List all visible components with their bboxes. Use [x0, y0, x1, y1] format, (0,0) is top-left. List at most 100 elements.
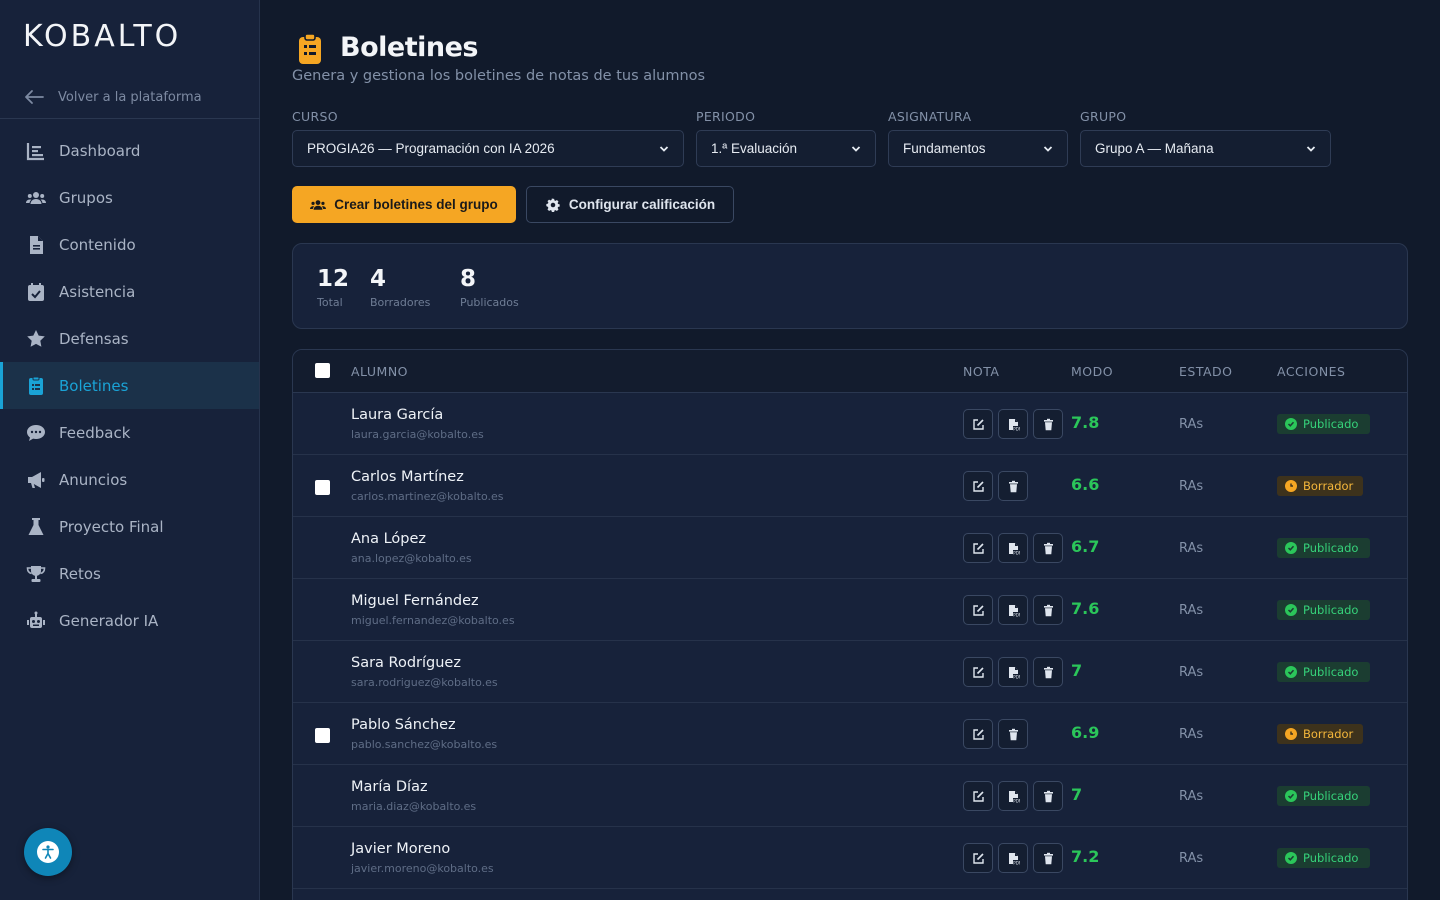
pdf-button[interactable]: PDF: [998, 657, 1028, 687]
status-badge: Publicado: [1277, 786, 1370, 806]
sidebar-divider: [0, 118, 260, 119]
edit-button[interactable]: [963, 533, 993, 563]
trash-icon: [1043, 418, 1053, 430]
column-header-alumno[interactable]: ALUMNO: [351, 364, 408, 379]
delete-button[interactable]: [1033, 657, 1063, 687]
mode-value: RAs: [1179, 727, 1204, 742]
student-name: Carlos Martínez: [351, 469, 464, 485]
clock-icon: [1285, 480, 1297, 492]
sidebar-item-contenido[interactable]: Contenido: [0, 221, 259, 268]
pdf-file-icon: PDF: [1008, 418, 1020, 431]
main-content: Boletines Genera y gestiona los boletine…: [260, 0, 1440, 900]
student-email: pablo.sanchez@kobalto.es: [351, 738, 498, 751]
accessibility-button[interactable]: [24, 828, 72, 876]
page-title: Boletines: [340, 32, 478, 63]
student-name: Miguel Fernández: [351, 593, 479, 609]
asignatura-select[interactable]: Fundamentos: [888, 130, 1068, 167]
sidebar-item-proyecto-final[interactable]: Proyecto Final: [0, 503, 259, 550]
check-circle-icon: [1285, 604, 1297, 616]
delete-button[interactable]: [998, 719, 1028, 749]
column-header-nota[interactable]: NOTA: [963, 364, 999, 379]
sidebar-item-label: Boletines: [59, 376, 129, 395]
status-badge: Borrador: [1277, 724, 1363, 744]
stat-label: Borradores: [370, 296, 431, 309]
robot-icon: [27, 611, 45, 628]
trash-icon: [1043, 542, 1053, 554]
sidebar-item-grupos[interactable]: Grupos: [0, 174, 259, 221]
curso-select[interactable]: PROGIA26 — Programación con IA 2026: [292, 130, 684, 167]
grade-value: 7.2: [1071, 847, 1100, 866]
sidebar-item-asistencia[interactable]: Asistencia: [0, 268, 259, 315]
back-link-label: Volver a la plataforma: [58, 89, 202, 105]
column-header-estado[interactable]: ESTADO: [1179, 364, 1233, 379]
filter-curso: CURSO PROGIA26 — Programación con IA 202…: [292, 109, 684, 167]
grupo-select[interactable]: Grupo A — Mañana: [1080, 130, 1331, 167]
status-label: Publicado: [1303, 665, 1359, 679]
filter-asignatura: ASIGNATURA Fundamentos: [888, 109, 1068, 167]
select-value: Grupo A — Mañana: [1095, 141, 1214, 156]
edit-button[interactable]: [963, 409, 993, 439]
mode-value: RAs: [1179, 665, 1204, 680]
delete-button[interactable]: [1033, 843, 1063, 873]
pdf-button[interactable]: PDF: [998, 533, 1028, 563]
edit-icon: [972, 480, 984, 492]
svg-text:PDF: PDF: [1013, 426, 1020, 431]
sidebar-item-label: Proyecto Final: [59, 517, 164, 536]
clock-icon: [1285, 728, 1297, 740]
delete-button[interactable]: [998, 471, 1028, 501]
edit-button[interactable]: [963, 843, 993, 873]
row-checkbox[interactable]: [315, 480, 330, 495]
student-name: Javier Moreno: [351, 841, 451, 857]
create-reports-button[interactable]: Crear boletines del grupo: [292, 186, 516, 223]
check-circle-icon: [1285, 418, 1297, 430]
delete-button[interactable]: [1033, 533, 1063, 563]
app-logo[interactable]: KOBALTO: [23, 19, 181, 54]
edit-icon: [972, 728, 984, 740]
stat-total: 12 Total: [317, 266, 349, 309]
edit-button[interactable]: [963, 595, 993, 625]
student-email: javier.moreno@kobalto.es: [351, 862, 494, 875]
pdf-button[interactable]: PDF: [998, 843, 1028, 873]
row-checkbox[interactable]: [315, 728, 330, 743]
back-to-platform-link[interactable]: Volver a la plataforma: [24, 86, 202, 108]
configure-grading-button[interactable]: Configurar calificación: [526, 186, 734, 223]
sidebar-item-feedback[interactable]: Feedback: [0, 409, 259, 456]
student-name: Laura García: [351, 407, 444, 423]
flask-icon: [28, 517, 44, 535]
pdf-button[interactable]: PDF: [998, 781, 1028, 811]
sidebar-item-label: Dashboard: [59, 141, 141, 160]
edit-button[interactable]: [963, 471, 993, 501]
student-email: ana.lopez@kobalto.es: [351, 552, 472, 565]
sidebar-item-generador-ia[interactable]: Generador IA: [0, 597, 259, 644]
status-label: Publicado: [1303, 603, 1359, 617]
delete-button[interactable]: [1033, 781, 1063, 811]
sidebar-item-dashboard[interactable]: Dashboard: [0, 127, 259, 174]
grade-value: 7.8: [1071, 413, 1100, 432]
sidebar-item-retos[interactable]: Retos: [0, 550, 259, 597]
chart-icon: [26, 142, 44, 160]
delete-button[interactable]: [1033, 409, 1063, 439]
svg-text:PDF: PDF: [1013, 798, 1020, 803]
column-header-acciones[interactable]: ACCIONES: [1277, 364, 1346, 379]
select-all-checkbox[interactable]: [315, 363, 330, 378]
periodo-select[interactable]: 1.ª Evaluación: [696, 130, 876, 167]
sidebar-item-defensas[interactable]: Defensas: [0, 315, 259, 362]
sidebar-item-anuncios[interactable]: Anuncios: [0, 456, 259, 503]
grade-value: 7: [1071, 661, 1083, 680]
delete-button[interactable]: [1033, 595, 1063, 625]
pdf-button[interactable]: PDF: [998, 595, 1028, 625]
edit-button[interactable]: [963, 781, 993, 811]
filter-periodo: PERIODO 1.ª Evaluación: [696, 109, 876, 167]
sidebar-nav: Dashboard Grupos Contenido Asistencia De…: [0, 127, 259, 644]
users-icon: [310, 199, 327, 210]
sidebar-item-boletines[interactable]: Boletines: [0, 362, 259, 409]
pdf-button[interactable]: PDF: [998, 409, 1028, 439]
pdf-file-icon: PDF: [1008, 542, 1020, 555]
stat-value: 8: [460, 266, 477, 292]
status-label: Publicado: [1303, 851, 1359, 865]
column-header-modo[interactable]: MODO: [1071, 364, 1113, 379]
pdf-file-icon: PDF: [1008, 666, 1020, 679]
check-circle-icon: [1285, 542, 1297, 554]
edit-button[interactable]: [963, 657, 993, 687]
edit-button[interactable]: [963, 719, 993, 749]
